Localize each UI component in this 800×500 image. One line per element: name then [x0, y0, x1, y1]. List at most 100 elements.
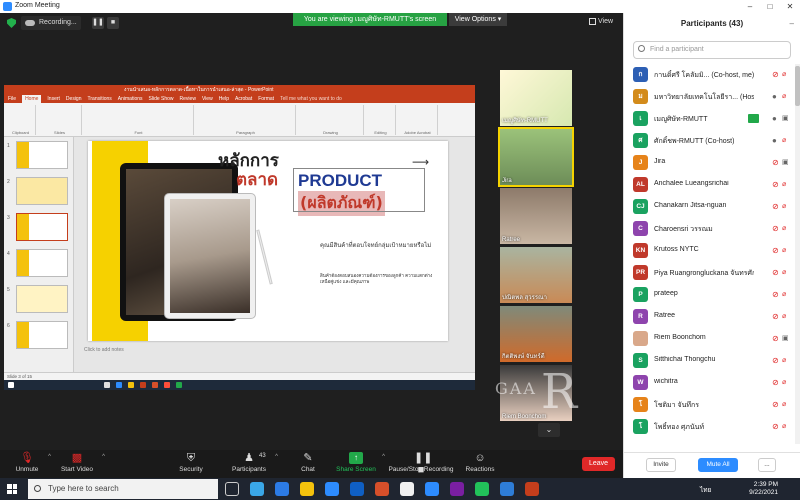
- taskbar-search-input[interactable]: Type here to search: [28, 479, 218, 499]
- video-icon[interactable]: ▣: [782, 114, 791, 123]
- powerpoint-icon[interactable]: [375, 482, 389, 496]
- slide-thumbnail[interactable]: [16, 285, 68, 313]
- video-off-icon[interactable]: ⌀: [782, 136, 791, 145]
- pause-recording-icon[interactable]: ❚❚: [92, 17, 104, 29]
- chat-button[interactable]: ✎ Chat: [297, 452, 319, 473]
- chevron-down-icon[interactable]: ⌄: [538, 423, 560, 437]
- slide-thumbnail[interactable]: [16, 141, 68, 169]
- reactions-button[interactable]: ☺ Reactions: [465, 452, 495, 473]
- edge-icon[interactable]: [275, 482, 289, 496]
- video-off-icon[interactable]: ⌀: [782, 92, 791, 101]
- slide-thumbnail[interactable]: [16, 321, 68, 349]
- zoom-icon[interactable]: [425, 482, 439, 496]
- participant-row[interactable]: AL Anchalee Lueangsrichai ⊘ ⌀: [624, 174, 794, 196]
- windows-start-icon[interactable]: [7, 484, 17, 494]
- mute-all-button[interactable]: Mute All: [698, 458, 738, 472]
- shared-screen-powerpoint[interactable]: งานนำเสนอ-หลักการตลาด-เนื้อหาในการนำเสนอ…: [4, 85, 475, 390]
- participant-row[interactable]: โ โพธิ์ทอง ศุภนันท์ ⊘ ⌀: [624, 416, 794, 438]
- mic-muted-icon[interactable]: ⊘: [772, 290, 780, 299]
- video-off-icon[interactable]: ⌀: [782, 400, 791, 409]
- ppt-tab-home[interactable]: Home: [22, 95, 42, 103]
- minimize-icon[interactable]: –: [740, 0, 760, 13]
- video-icon[interactable]: ▣: [782, 158, 791, 167]
- participant-row[interactable]: J Jira ⊘ ▣: [624, 152, 794, 174]
- view-button[interactable]: View: [589, 18, 613, 25]
- mic-muted-icon[interactable]: ⊘: [772, 180, 780, 189]
- ppt-tab[interactable]: Design: [66, 95, 82, 103]
- participant-row[interactable]: R Ratree ⊘ ⌀: [624, 306, 794, 328]
- participant-scrollbar[interactable]: [795, 64, 800, 444]
- participant-row[interactable]: Wwichitra ⊘ ⌀: [624, 372, 794, 394]
- participant-row[interactable]: Riem Boonchom ⊘ ▣: [624, 328, 794, 350]
- slide-thumbnail-selected[interactable]: [16, 213, 68, 241]
- video-off-icon[interactable]: ⌀: [782, 422, 791, 431]
- video-off-icon[interactable]: ⌀: [782, 180, 791, 189]
- mic-muted-icon[interactable]: ⊘: [772, 158, 780, 167]
- video-tile-active[interactable]: Jira: [498, 127, 574, 187]
- ribbon-group-clipboard[interactable]: Clipboard: [6, 105, 36, 135]
- selected-textbox[interactable]: [293, 168, 425, 212]
- video-off-icon[interactable]: ⌀: [782, 202, 791, 211]
- store-icon[interactable]: [325, 482, 339, 496]
- ppt-tab[interactable]: Animations: [118, 95, 143, 103]
- video-off-icon[interactable]: ⌀: [782, 312, 791, 321]
- ppt-tab[interactable]: Help: [219, 95, 229, 103]
- video-off-icon[interactable]: ⌀: [782, 224, 791, 233]
- security-shield-icon[interactable]: [7, 18, 16, 28]
- clock[interactable]: 2:39 PM 9/22/2021: [749, 481, 778, 497]
- view-options-button[interactable]: View Options ▾: [449, 13, 507, 26]
- app-icon[interactable]: [450, 482, 464, 496]
- ppt-tab[interactable]: Insert: [47, 95, 60, 103]
- ribbon-group-slides[interactable]: Slides: [38, 105, 82, 135]
- video-icon[interactable]: ▣: [782, 334, 791, 343]
- mic-icon[interactable]: ●: [772, 92, 780, 101]
- maximize-icon[interactable]: □: [760, 0, 780, 13]
- participant-row[interactable]: C Charoensri วรรณม ⊘ ⌀: [624, 218, 794, 240]
- video-off-icon[interactable]: ⌀: [782, 290, 791, 299]
- ppt-tab[interactable]: File: [8, 95, 16, 103]
- slide-thumbnail[interactable]: [16, 249, 68, 277]
- ppt-tab[interactable]: Transitions: [88, 95, 112, 103]
- video-tile[interactable]: Ratree: [500, 188, 572, 244]
- ribbon-group-acrobat[interactable]: Adobe Acrobat: [398, 105, 438, 135]
- language-indicator[interactable]: ไทย: [700, 485, 711, 495]
- participant-row[interactable]: โ โชติมา จันทึกร ⊘ ⌀: [624, 394, 794, 416]
- video-off-icon[interactable]: ⌀: [782, 246, 791, 255]
- mic-muted-icon[interactable]: ⊘: [772, 356, 780, 365]
- app-icon[interactable]: [500, 482, 514, 496]
- task-view-icon[interactable]: [225, 482, 239, 496]
- start-video-button[interactable]: ▩ Start Video ^: [58, 452, 105, 473]
- ribbon-group-drawing[interactable]: Drawing: [298, 105, 364, 135]
- slide-thumbnail[interactable]: [16, 177, 68, 205]
- ribbon-group-font[interactable]: Font: [84, 105, 194, 135]
- video-off-icon[interactable]: ⌀: [782, 378, 791, 387]
- video-off-icon[interactable]: ⌀: [782, 268, 791, 277]
- mic-muted-icon[interactable]: ⊘: [772, 334, 780, 343]
- ppt-tab[interactable]: Acrobat: [235, 95, 252, 103]
- share-screen-button[interactable]: ↑ Share Screen ^: [336, 452, 385, 473]
- security-button[interactable]: ⛨ Security: [176, 452, 206, 473]
- video-tile[interactable]: เมญูศิษัท-RMUTT: [500, 70, 572, 126]
- leave-button[interactable]: Leave: [582, 457, 615, 471]
- participant-row[interactable]: ก กานดิ์ศรี โคลัมมิ... (Co-host, me) ⊘ ⌀: [624, 64, 794, 86]
- pause-stop-recording-button[interactable]: ❚❚ ■ Pause/Stop Recording: [388, 452, 454, 476]
- participant-row[interactable]: S Sitthichai Thongchu ⊘ ⌀: [624, 350, 794, 372]
- powerpoint-icon[interactable]: [525, 482, 539, 496]
- ribbon-group-editing[interactable]: Editing: [366, 105, 396, 135]
- mic-muted-icon[interactable]: ⊘: [772, 202, 780, 211]
- ribbon-group-paragraph[interactable]: Paragraph: [196, 105, 296, 135]
- participant-row[interactable]: Pprateep ⊘ ⌀: [624, 284, 794, 306]
- ppt-search-hint[interactable]: Tell me what you want to do: [280, 95, 342, 103]
- mic-muted-icon[interactable]: ⊘: [772, 312, 780, 321]
- line-icon[interactable]: [475, 482, 489, 496]
- participant-row[interactable]: KN Krutoss NYTC ⊘ ⌀: [624, 240, 794, 262]
- participant-row[interactable]: CJ Chanakarn Jitsa-nguan ⊘ ⌀: [624, 196, 794, 218]
- participant-search-input[interactable]: Find a participant: [633, 41, 791, 59]
- stop-recording-icon[interactable]: ■: [107, 17, 119, 29]
- file-explorer-icon[interactable]: [300, 482, 314, 496]
- ppt-tab[interactable]: Review: [180, 95, 196, 103]
- more-button[interactable]: ...: [758, 458, 776, 472]
- mic-muted-icon[interactable]: ⊘: [772, 422, 780, 431]
- mic-muted-icon[interactable]: ⊘: [772, 70, 780, 79]
- mic-icon[interactable]: ●: [772, 136, 780, 145]
